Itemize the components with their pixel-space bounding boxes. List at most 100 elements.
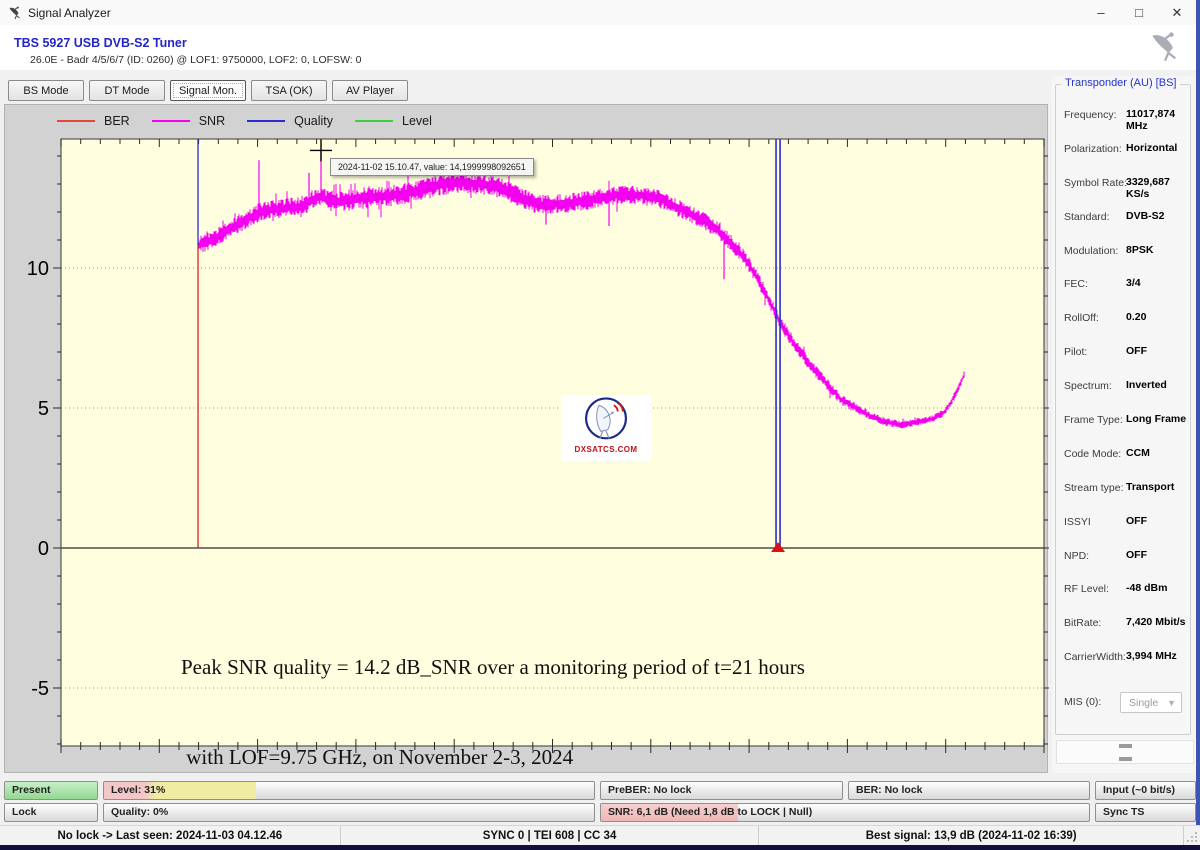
annotation-line1: Peak SNR quality = 14.2 dB_SNR over a mo… [181,652,805,682]
transponder-group-title: Transponder (AU) [BS] [1061,77,1180,89]
transponder-row: Stream type:Transport [1056,472,1190,506]
transponder-row: Symbol Rate:3329,687 KS/s [1056,167,1190,201]
legend-item-ber: BER [57,114,130,128]
field-label: Spectrum: [1064,380,1112,392]
mis-value: Single [1129,697,1158,709]
transponder-row: Standard: DVB-S2 [1056,201,1190,235]
mis-row: MIS (0): Single ▼ [1056,686,1190,726]
tab-dt-mode[interactable]: DT Mode [89,80,165,101]
legend-label: SNR [199,114,225,128]
field-label: BitRate: [1064,617,1101,629]
status-input: Input (~0 bit/s) [1095,781,1196,800]
status-ber: BER: No lock [848,781,1090,800]
transponder-row: Spectrum: Inverted [1056,370,1190,404]
legend-item-quality: Quality [247,114,333,128]
field-value: OFF [1126,549,1147,561]
svg-text:5: 5 [38,398,49,420]
statusbar-best-signal: Best signal: 13,9 dB (2024-11-02 16:39) [759,826,1184,845]
legend-label: Level [402,114,432,128]
field-label: NPD: [1064,550,1089,562]
maximize-button[interactable]: □ [1120,0,1158,25]
tab-signal-mon-[interactable]: Signal Mon. [170,80,246,101]
transponder-row: ISSYI OFF [1056,506,1190,540]
transponder-row: CarrierWidth:3,994 MHz [1056,641,1190,675]
chart-legend: BER SNR Quality Level [57,111,454,131]
window-bottom-edge [0,845,1200,850]
field-value: Long Frame [1126,413,1186,425]
field-value: DVB-S2 [1126,210,1165,222]
legend-line-level [355,120,393,122]
field-value: 7,420 Mbit/s [1126,616,1186,628]
transponder-row: Frame Type:Long Frame [1056,404,1190,438]
chart-panel: 10 5 0 -5 BER SNR Quality Level 2024-11-02 15.… [4,104,1048,773]
field-value: 3/4 [1126,277,1141,289]
tab-tsa-ok-[interactable]: TSA (OK) [251,80,327,101]
field-value: 0.20 [1126,311,1146,323]
mis-label: MIS (0): [1064,696,1101,708]
field-value: CCM [1126,447,1150,459]
svg-text:10: 10 [27,258,49,280]
transponder-row: Pilot: OFF [1056,336,1190,370]
tabstrip: BS ModeDT ModeSignal Mon.TSA (OK)AV Play… [0,70,1196,104]
transponder-row: BitRate: 7,420 Mbit/s [1056,607,1190,641]
field-value: 3329,687 KS/s [1126,176,1190,200]
status-label-level: Level: 31% [111,784,165,796]
field-value: 8PSK [1126,244,1153,256]
minimize-button[interactable]: – [1082,0,1120,25]
resize-grip[interactable] [1184,826,1200,845]
tab-bs-mode[interactable]: BS Mode [8,80,84,101]
field-label: Code Mode: [1064,448,1121,460]
svg-text:-5: -5 [31,678,49,700]
close-button[interactable]: ✕ [1158,0,1196,25]
dxsatcs-logo: DXSATCS.COM [561,395,651,461]
transponder-row: RollOff: 0.20 [1056,302,1190,336]
resize-grip-icon [1186,831,1198,843]
field-label: Stream type: [1064,482,1124,494]
annotation-line2: with LOF=9.75 GHz, on November 2-3, 2024 [181,742,805,772]
field-label: Frequency: [1064,109,1117,121]
tuner-subtitle: 26.0E - Badr 4/5/6/7 (ID: 0260) @ LOF1: … [30,54,361,66]
tab-av-player[interactable]: AV Player [332,80,408,101]
transponder-groupbox: Transponder (AU) [BS] Frequency:11017,87… [1055,84,1191,735]
legend-line-snr [152,120,190,122]
field-value: 11017,874 MHz [1126,108,1190,132]
field-label: CarrierWidth: [1064,651,1126,663]
transponder-row: Polarization: Horizontal [1056,133,1190,167]
satellite-dish-icon [8,6,22,20]
status-label-syncts: Sync TS [1103,806,1144,818]
panel-splitter-handle[interactable] [1056,740,1194,764]
mis-dropdown[interactable]: Single ▼ [1120,692,1182,713]
legend-label: Quality [294,114,333,128]
transponder-row: RF Level:-48 dBm [1056,573,1190,607]
field-label: RF Level: [1064,583,1109,595]
legend-line-ber [57,120,95,122]
status-syncts: Sync TS [1095,803,1196,822]
transponder-fields: Frequency: 11017,874 MHz Polarization: Hori… [1056,99,1190,726]
status-label-input: Input (~0 bit/s) [1103,784,1175,796]
header: TBS 5927 USB DVB-S2 Tuner 26.0E - Badr 4… [0,25,1196,70]
chart-annotation: Peak SNR quality = 14.2 dB_SNR over a mo… [181,592,805,832]
chart-tooltip: 2024-11-02 15.10.47, value: 14,199999809… [330,158,534,176]
field-label: Frame Type: [1064,414,1123,426]
field-label: Polarization: [1064,143,1122,155]
field-label: RollOff: [1064,312,1099,324]
svg-text:0: 0 [38,538,49,560]
chevron-down-icon: ▼ [1167,698,1176,708]
tuner-title: TBS 5927 USB DVB-S2 Tuner [14,36,187,50]
field-label: Standard: [1064,211,1110,223]
legend-item-snr: SNR [152,114,225,128]
field-value: Transport [1126,481,1174,493]
status-lock: Lock [4,803,98,822]
field-value: OFF [1126,345,1147,357]
field-value: 3,994 MHz [1126,650,1177,662]
field-value: OFF [1126,515,1147,527]
signal-analyzer-window: Signal Analyzer – □ ✕ TBS 5927 USB DVB-S… [0,0,1200,850]
field-label: ISSYI [1064,516,1091,528]
legend-line-quality [247,120,285,122]
field-value: Inverted [1126,379,1167,391]
field-label: Pilot: [1064,346,1087,358]
field-value: Horizontal [1126,142,1177,154]
dxsatcs-logo-icon [580,395,632,447]
status-label-present: Present [12,784,51,796]
status-present: Present [4,781,98,800]
